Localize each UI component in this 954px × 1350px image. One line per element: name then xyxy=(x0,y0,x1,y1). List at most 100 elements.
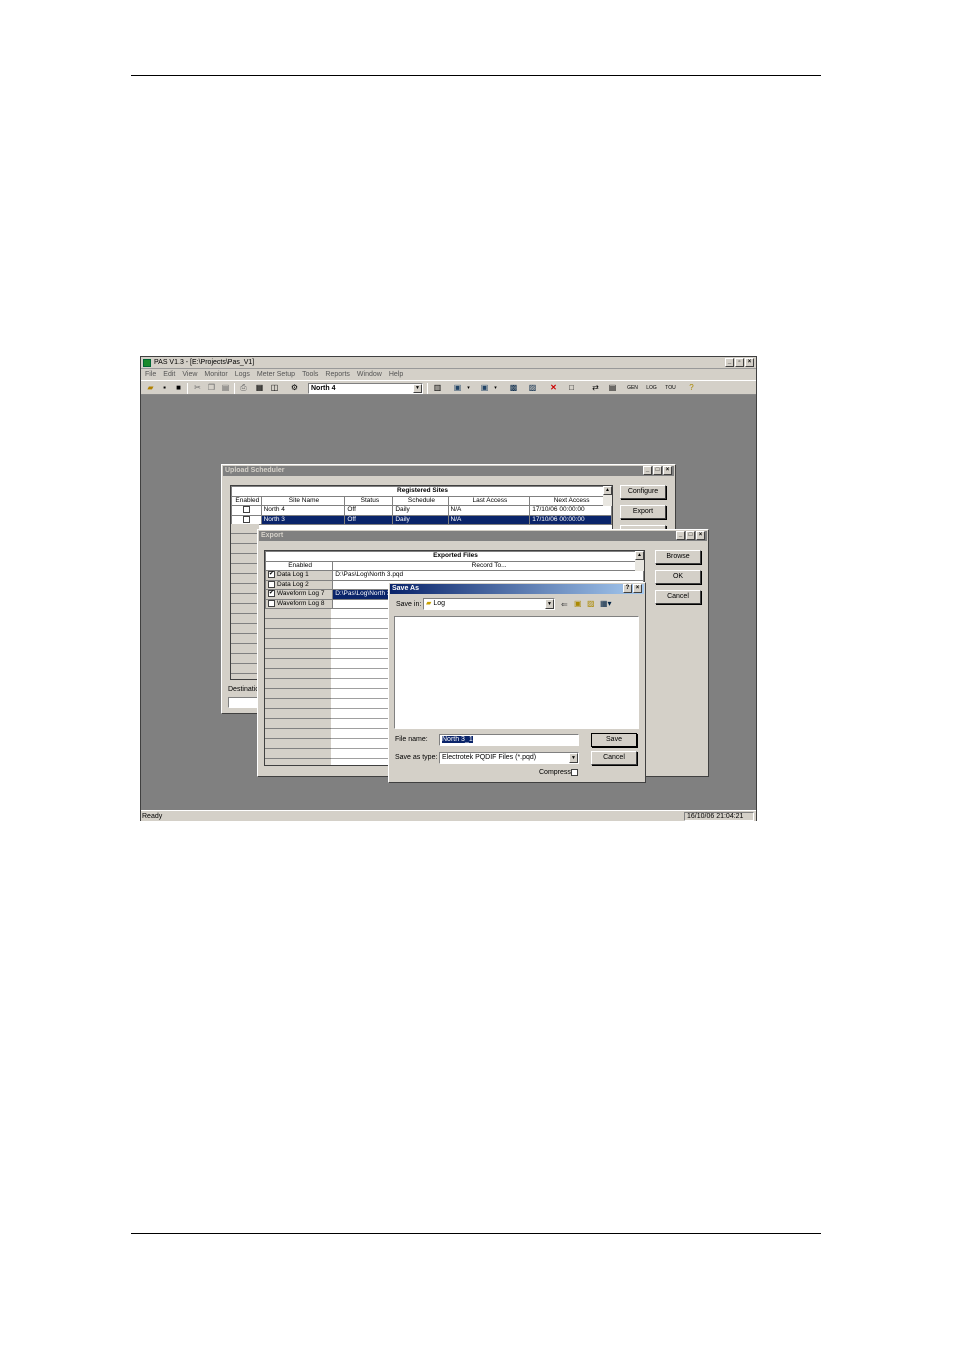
files-scrollbar[interactable]: ▲ xyxy=(635,551,644,571)
help-icon[interactable]: ? xyxy=(686,383,697,393)
menu-view[interactable]: View xyxy=(182,371,197,378)
back-arrow-icon[interactable]: ⇐ xyxy=(561,600,568,609)
menu-meter-setup[interactable]: Meter Setup xyxy=(257,371,295,378)
menu-logs[interactable]: Logs xyxy=(235,371,250,378)
scroll-up-icon[interactable]: ▲ xyxy=(603,486,612,495)
download-icon[interactable]: ▣ xyxy=(479,383,490,393)
page-top-rule xyxy=(131,75,821,76)
menu-monitor[interactable]: Monitor xyxy=(204,371,227,378)
menu-bar: File Edit View Monitor Logs Meter Setup … xyxy=(141,369,756,380)
export-button[interactable]: Export xyxy=(620,505,666,519)
site-name: North 3 xyxy=(260,514,346,525)
file-name-field[interactable]: North 3_1 xyxy=(439,734,579,746)
close-icon[interactable]: × xyxy=(663,466,672,475)
menu-file[interactable]: File xyxy=(145,371,156,378)
open-folder-icon[interactable]: ▰ xyxy=(145,383,156,393)
table-icon[interactable]: ▤ xyxy=(607,383,618,393)
upload-icon[interactable]: ▣ xyxy=(452,383,463,393)
chart-icon[interactable]: ▨ xyxy=(527,383,538,393)
col-last-access[interactable]: Last Access xyxy=(447,495,531,506)
minimize-icon[interactable]: _ xyxy=(676,531,685,540)
print-icon[interactable]: ⎙ xyxy=(238,383,249,393)
grid-view-icon[interactable]: ▥ xyxy=(432,383,443,393)
copy-icon[interactable]: ❐ xyxy=(206,383,217,393)
log-checkbox[interactable]: ✔ xyxy=(268,571,275,579)
col-site-name[interactable]: Site Name xyxy=(260,495,346,506)
col-enabled[interactable]: Enabled xyxy=(264,560,334,571)
menu-tools[interactable]: Tools xyxy=(302,371,318,378)
close-icon[interactable]: × xyxy=(745,358,754,367)
save-type-combo[interactable]: Electrotek PQDIF Files (*.pqd) ▼ xyxy=(439,752,579,764)
col-status[interactable]: Status xyxy=(344,495,394,506)
export-title: Export xyxy=(261,532,284,539)
save-as-titlebar[interactable]: Save As ? × xyxy=(390,584,644,594)
scroll-up-icon[interactable]: ▲ xyxy=(635,551,644,560)
browse-button[interactable]: Browse xyxy=(655,550,701,564)
upload-dropdown-icon[interactable]: ▾ xyxy=(463,383,474,393)
save-in-combo[interactable]: ▰ Log ▼ xyxy=(423,598,555,610)
cut-icon[interactable]: ✂ xyxy=(192,383,203,393)
file-list-pane[interactable] xyxy=(394,616,639,729)
download-dropdown-icon[interactable]: ▾ xyxy=(490,383,501,393)
maximize-icon[interactable]: □ xyxy=(686,531,695,540)
save-icon[interactable]: ▪ xyxy=(159,383,170,393)
col-record-to[interactable]: Record To... xyxy=(332,560,644,571)
col-enabled[interactable]: Enabled xyxy=(231,495,262,506)
minimize-icon[interactable]: _ xyxy=(725,358,734,367)
table-row[interactable]: North 4 Off Daily N/A 17/10/06 00:00:00 xyxy=(231,505,612,516)
save-cancel-button[interactable]: Cancel xyxy=(591,751,637,765)
chevron-down-icon[interactable]: ▼ xyxy=(545,599,554,609)
view-menu-icon[interactable]: ▦▾ xyxy=(600,599,612,608)
site-combo[interactable]: North 4 ▼ xyxy=(308,383,423,394)
save-button[interactable]: Save xyxy=(591,733,637,747)
gen-icon[interactable]: GEN xyxy=(627,383,638,393)
menu-edit[interactable]: Edit xyxy=(163,371,175,378)
paste-icon[interactable]: ▤ xyxy=(220,383,231,393)
table-row[interactable]: North 3 Off Daily N/A 17/10/06 00:00:00 xyxy=(231,514,612,525)
cancel-button[interactable]: Cancel xyxy=(655,590,701,604)
upload-scheduler-titlebar[interactable]: Upload Scheduler _ □ × xyxy=(223,466,674,476)
configure-button[interactable]: Configure xyxy=(620,485,666,499)
up-folder-icon[interactable]: ▣ xyxy=(574,599,582,608)
app-titlebar[interactable]: PAS V1.3 - [E:\Projects\Pas_V1] _ ▫ × xyxy=(141,357,756,369)
col-next-access[interactable]: Next Access xyxy=(529,495,612,506)
menu-window[interactable]: Window xyxy=(357,371,382,378)
blank-page-icon[interactable]: □ xyxy=(566,383,577,393)
help-icon[interactable]: ? xyxy=(623,584,632,593)
chevron-down-icon[interactable]: ▼ xyxy=(413,384,422,393)
exported-files-header: Exported Files xyxy=(265,551,644,562)
monitor-icon[interactable]: ▩ xyxy=(508,383,519,393)
properties-icon[interactable]: ◫ xyxy=(269,383,280,393)
menu-reports[interactable]: Reports xyxy=(325,371,350,378)
compress-checkbox[interactable] xyxy=(571,769,578,776)
maximize-icon[interactable]: □ xyxy=(653,466,662,475)
new-folder-icon[interactable]: ▨ xyxy=(587,599,595,608)
enabled-checkbox[interactable] xyxy=(242,506,250,514)
site-status: Off xyxy=(344,505,394,516)
calculator-icon[interactable]: ▦ xyxy=(254,383,265,393)
restore-icon[interactable]: ▫ xyxy=(735,358,744,367)
log-icon[interactable]: LOG xyxy=(646,383,657,393)
close-icon[interactable]: × xyxy=(696,531,705,540)
connect-icon[interactable]: ⚙ xyxy=(289,383,300,393)
export-titlebar[interactable]: Export _ □ × xyxy=(259,531,707,541)
log-checkbox[interactable] xyxy=(268,580,275,588)
close-icon[interactable]: × xyxy=(633,584,642,593)
transfer-icon[interactable]: ⇄ xyxy=(590,383,601,393)
upload-scheduler-title: Upload Scheduler xyxy=(225,467,285,474)
log-checkbox[interactable]: ✔ xyxy=(268,590,275,598)
save-all-icon[interactable]: ■ xyxy=(173,383,184,393)
log-checkbox[interactable] xyxy=(268,599,275,607)
delete-icon[interactable]: ✕ xyxy=(548,383,559,393)
toolbar: ▰ ▪ ■ ✂ ❐ ▤ ⎙ ▦ ◫ ⚙ North 4 ▼ ▥ ▣ ▾ ▣ ▾ … xyxy=(141,380,756,395)
menu-help[interactable]: Help xyxy=(389,371,403,378)
minimize-icon[interactable]: _ xyxy=(643,466,652,475)
chevron-down-icon[interactable]: ▼ xyxy=(569,753,578,763)
table-row[interactable]: ✔ Data Log 1 D:\Pas\Log\North 3.pqd xyxy=(264,570,644,581)
sites-scrollbar[interactable]: ▲ xyxy=(603,486,612,506)
tou-icon[interactable]: TOU xyxy=(665,383,676,393)
ok-button[interactable]: OK xyxy=(655,570,701,584)
col-schedule[interactable]: Schedule xyxy=(392,495,449,506)
record-path[interactable]: D:\Pas\Log\North 3.pqd xyxy=(332,570,644,581)
enabled-checkbox[interactable] xyxy=(242,515,250,523)
